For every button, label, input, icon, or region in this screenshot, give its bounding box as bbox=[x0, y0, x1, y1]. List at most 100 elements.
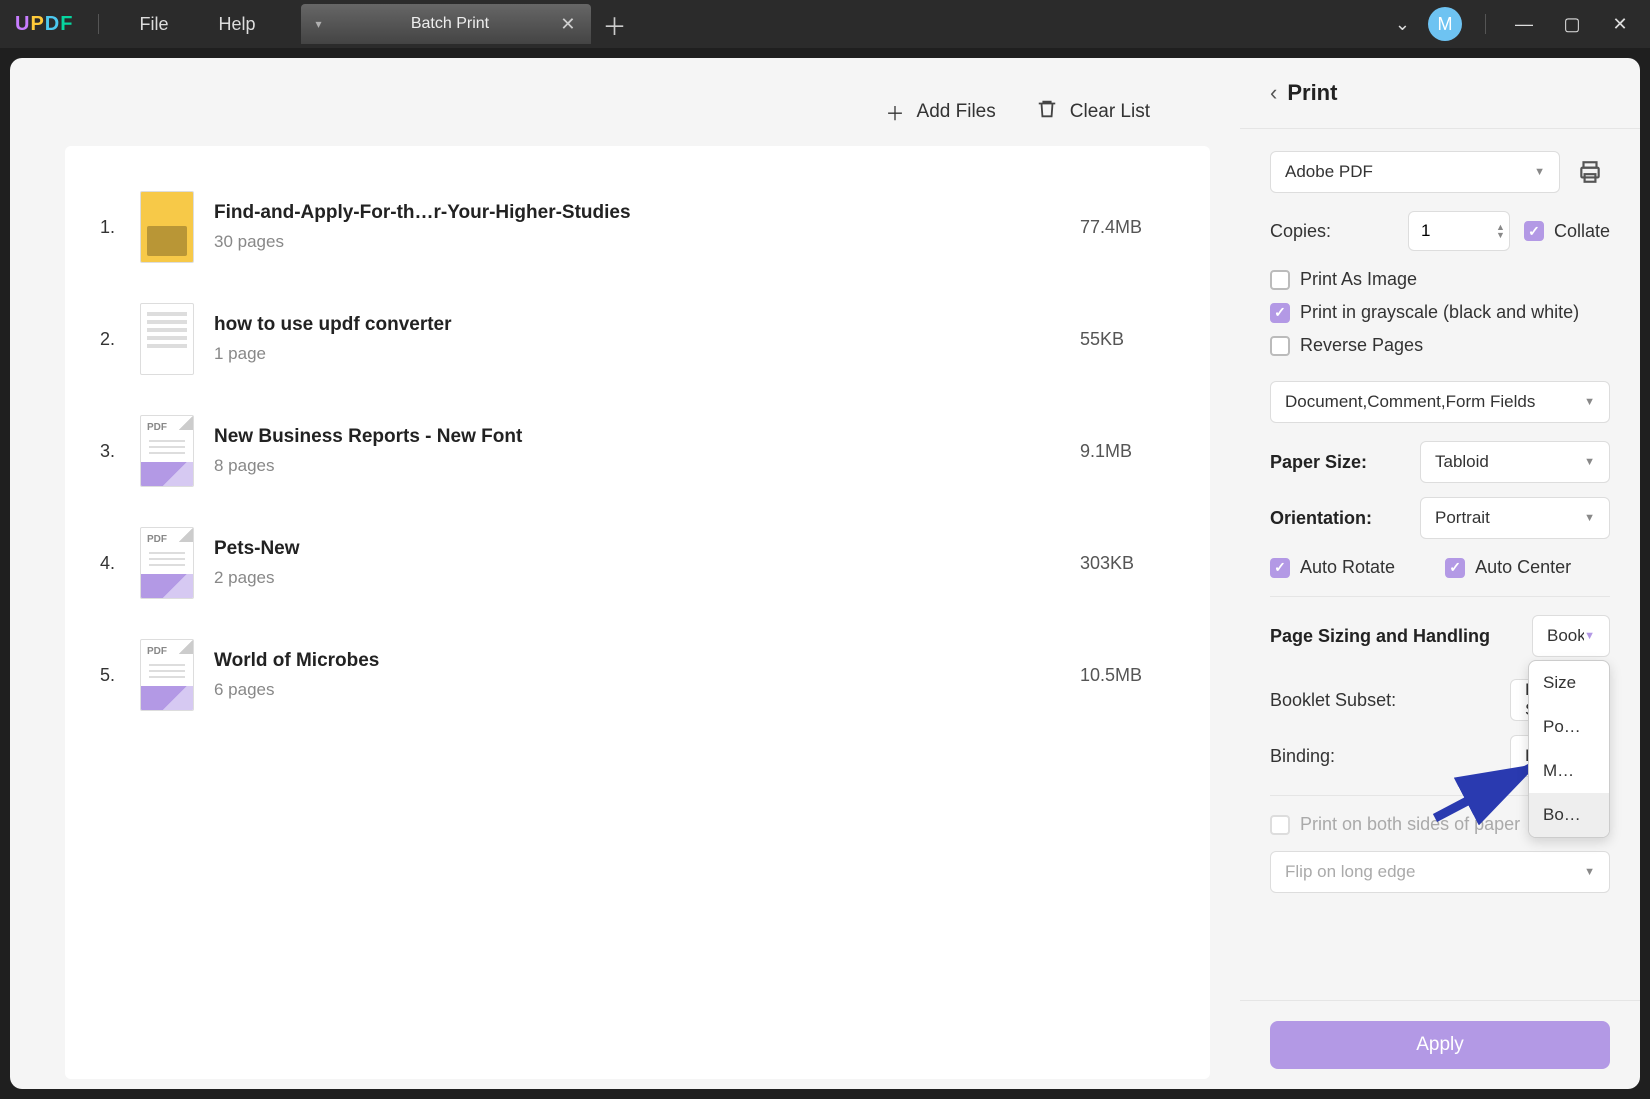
reverse-pages-checkbox[interactable]: Reverse Pages bbox=[1270, 335, 1610, 356]
back-button[interactable]: ‹ bbox=[1270, 80, 1277, 106]
file-pages: 1 page bbox=[214, 344, 1080, 364]
file-list: 1. Find-and-Apply-For-th…r-Your-Higher-S… bbox=[65, 146, 1210, 1079]
trash-icon bbox=[1036, 98, 1058, 126]
printer-select[interactable]: Adobe PDF ▼ bbox=[1270, 151, 1560, 193]
print-as-image-label: Print As Image bbox=[1300, 269, 1417, 290]
paper-size-label: Paper Size: bbox=[1270, 452, 1367, 473]
orientation-label: Orientation: bbox=[1270, 508, 1372, 529]
add-files-button[interactable]: ＋ Add Files bbox=[886, 98, 996, 126]
paper-size-select[interactable]: Tabloid ▼ bbox=[1420, 441, 1610, 483]
sizing-option-size[interactable]: Size bbox=[1529, 661, 1609, 705]
print-button[interactable] bbox=[1570, 152, 1610, 192]
clear-list-button[interactable]: Clear List bbox=[1036, 98, 1150, 126]
copies-label: Copies: bbox=[1270, 221, 1331, 242]
file-name: New Business Reports - New Font bbox=[214, 426, 1080, 448]
both-sides-label: Print on both sides of paper bbox=[1300, 814, 1520, 835]
flip-select: Flip on long edge ▼ bbox=[1270, 851, 1610, 893]
title-bar: UPDF File Help ▾ Batch Print ✕ ＋ ⌄ M — ▢… bbox=[0, 0, 1650, 48]
add-files-label: Add Files bbox=[917, 101, 996, 123]
page-sizing-label: Page Sizing and Handling bbox=[1270, 626, 1490, 647]
file-size: 77.4MB bbox=[1080, 217, 1200, 238]
caret-icon: ▼ bbox=[1584, 512, 1595, 524]
window-close-button[interactable]: ✕ bbox=[1605, 14, 1635, 35]
print-as-image-checkbox[interactable]: Print As Image bbox=[1270, 269, 1610, 290]
print-sidebar: ‹ Print Adobe PDF ▼ Copies: bbox=[1240, 58, 1640, 1089]
file-thumbnail bbox=[140, 303, 194, 375]
copies-stepper[interactable]: 1 ▲▼ bbox=[1408, 211, 1510, 251]
collate-checkbox[interactable]: Collate bbox=[1524, 221, 1610, 242]
app-logo: UPDF bbox=[15, 13, 73, 36]
caret-icon: ▼ bbox=[1584, 456, 1595, 468]
file-pages: 6 pages bbox=[214, 680, 1080, 700]
row-index: 1. bbox=[75, 217, 120, 238]
file-size: 10.5MB bbox=[1080, 665, 1200, 686]
menu-file[interactable]: File bbox=[124, 14, 183, 35]
auto-rotate-label: Auto Rotate bbox=[1300, 557, 1395, 578]
divider bbox=[1485, 14, 1486, 34]
paper-size-value: Tabloid bbox=[1435, 452, 1489, 472]
binding-label: Binding: bbox=[1270, 746, 1335, 767]
file-pages: 30 pages bbox=[214, 232, 1080, 252]
apply-button[interactable]: Apply bbox=[1270, 1021, 1610, 1069]
file-name: Find-and-Apply-For-th…r-Your-Higher-Stud… bbox=[214, 202, 1080, 224]
file-name: Pets-New bbox=[214, 538, 1080, 560]
app-menu-chevron-icon[interactable]: ⌄ bbox=[1395, 14, 1410, 35]
auto-rotate-checkbox[interactable]: Auto Rotate bbox=[1270, 557, 1395, 578]
chevron-down-icon[interactable]: ▾ bbox=[316, 17, 340, 31]
page-sizing-select[interactable]: Bookle ▼ bbox=[1532, 615, 1610, 657]
orientation-value: Portrait bbox=[1435, 508, 1490, 528]
divider bbox=[98, 14, 99, 34]
file-size: 55KB bbox=[1080, 329, 1200, 350]
content-value: Document,Comment,Form Fields bbox=[1285, 392, 1535, 412]
page-sizing-value: Bookle bbox=[1547, 626, 1584, 646]
content-select[interactable]: Document,Comment,Form Fields ▼ bbox=[1270, 381, 1610, 423]
add-tab-button[interactable]: ＋ bbox=[603, 7, 627, 42]
list-item[interactable]: 4. PDF Pets-New 2 pages 303KB bbox=[75, 507, 1200, 619]
sidebar-title: Print bbox=[1287, 80, 1337, 106]
caret-icon: ▼ bbox=[1584, 396, 1595, 408]
plus-icon: ＋ bbox=[886, 99, 905, 126]
close-tab-icon[interactable]: ✕ bbox=[560, 14, 575, 35]
row-index: 5. bbox=[75, 665, 120, 686]
tab-title: Batch Print bbox=[340, 15, 561, 33]
sizing-option-multiple[interactable]: M… bbox=[1529, 749, 1609, 793]
row-index: 4. bbox=[75, 553, 120, 574]
file-size: 9.1MB bbox=[1080, 441, 1200, 462]
file-name: World of Microbes bbox=[214, 650, 1080, 672]
caret-icon: ▼ bbox=[1584, 630, 1595, 642]
file-thumbnail: PDF bbox=[140, 415, 194, 487]
tab-batch-print[interactable]: ▾ Batch Print ✕ bbox=[301, 4, 591, 44]
window-minimize-button[interactable]: — bbox=[1509, 14, 1539, 35]
content-area: ＋ Add Files Clear List 1. Find-and-Apply… bbox=[10, 58, 1240, 1089]
flip-value: Flip on long edge bbox=[1285, 862, 1415, 882]
file-thumbnail bbox=[140, 191, 194, 263]
file-thumbnail: PDF bbox=[140, 527, 194, 599]
copies-value: 1 bbox=[1421, 221, 1430, 241]
list-item[interactable]: 1. Find-and-Apply-For-th…r-Your-Higher-S… bbox=[75, 171, 1200, 283]
row-index: 3. bbox=[75, 441, 120, 462]
window-maximize-button[interactable]: ▢ bbox=[1557, 14, 1587, 35]
page-sizing-dropdown: Size Po… M… Bo… bbox=[1528, 660, 1610, 838]
avatar[interactable]: M bbox=[1428, 7, 1462, 41]
auto-center-checkbox[interactable]: Auto Center bbox=[1445, 557, 1571, 578]
file-pages: 8 pages bbox=[214, 456, 1080, 476]
file-thumbnail: PDF bbox=[140, 639, 194, 711]
caret-icon: ▼ bbox=[1584, 866, 1595, 878]
step-down-icon[interactable]: ▼ bbox=[1496, 231, 1505, 239]
collate-label: Collate bbox=[1554, 221, 1610, 242]
sizing-option-poster[interactable]: Po… bbox=[1529, 705, 1609, 749]
list-item[interactable]: 2. how to use updf converter 1 page 55KB bbox=[75, 283, 1200, 395]
list-item[interactable]: 5. PDF World of Microbes 6 pages 10.5MB bbox=[75, 619, 1200, 731]
row-index: 2. bbox=[75, 329, 120, 350]
grayscale-checkbox[interactable]: Print in grayscale (black and white) bbox=[1270, 302, 1610, 323]
auto-center-label: Auto Center bbox=[1475, 557, 1571, 578]
booklet-subset-label: Booklet Subset: bbox=[1270, 690, 1396, 711]
menu-help[interactable]: Help bbox=[203, 14, 270, 35]
grayscale-label: Print in grayscale (black and white) bbox=[1300, 302, 1579, 323]
list-item[interactable]: 3. PDF New Business Reports - New Font 8… bbox=[75, 395, 1200, 507]
caret-icon: ▼ bbox=[1534, 166, 1545, 178]
sizing-option-booklet[interactable]: Bo… bbox=[1529, 793, 1609, 837]
orientation-select[interactable]: Portrait ▼ bbox=[1420, 497, 1610, 539]
file-name: how to use updf converter bbox=[214, 314, 1080, 336]
printer-value: Adobe PDF bbox=[1285, 162, 1373, 182]
